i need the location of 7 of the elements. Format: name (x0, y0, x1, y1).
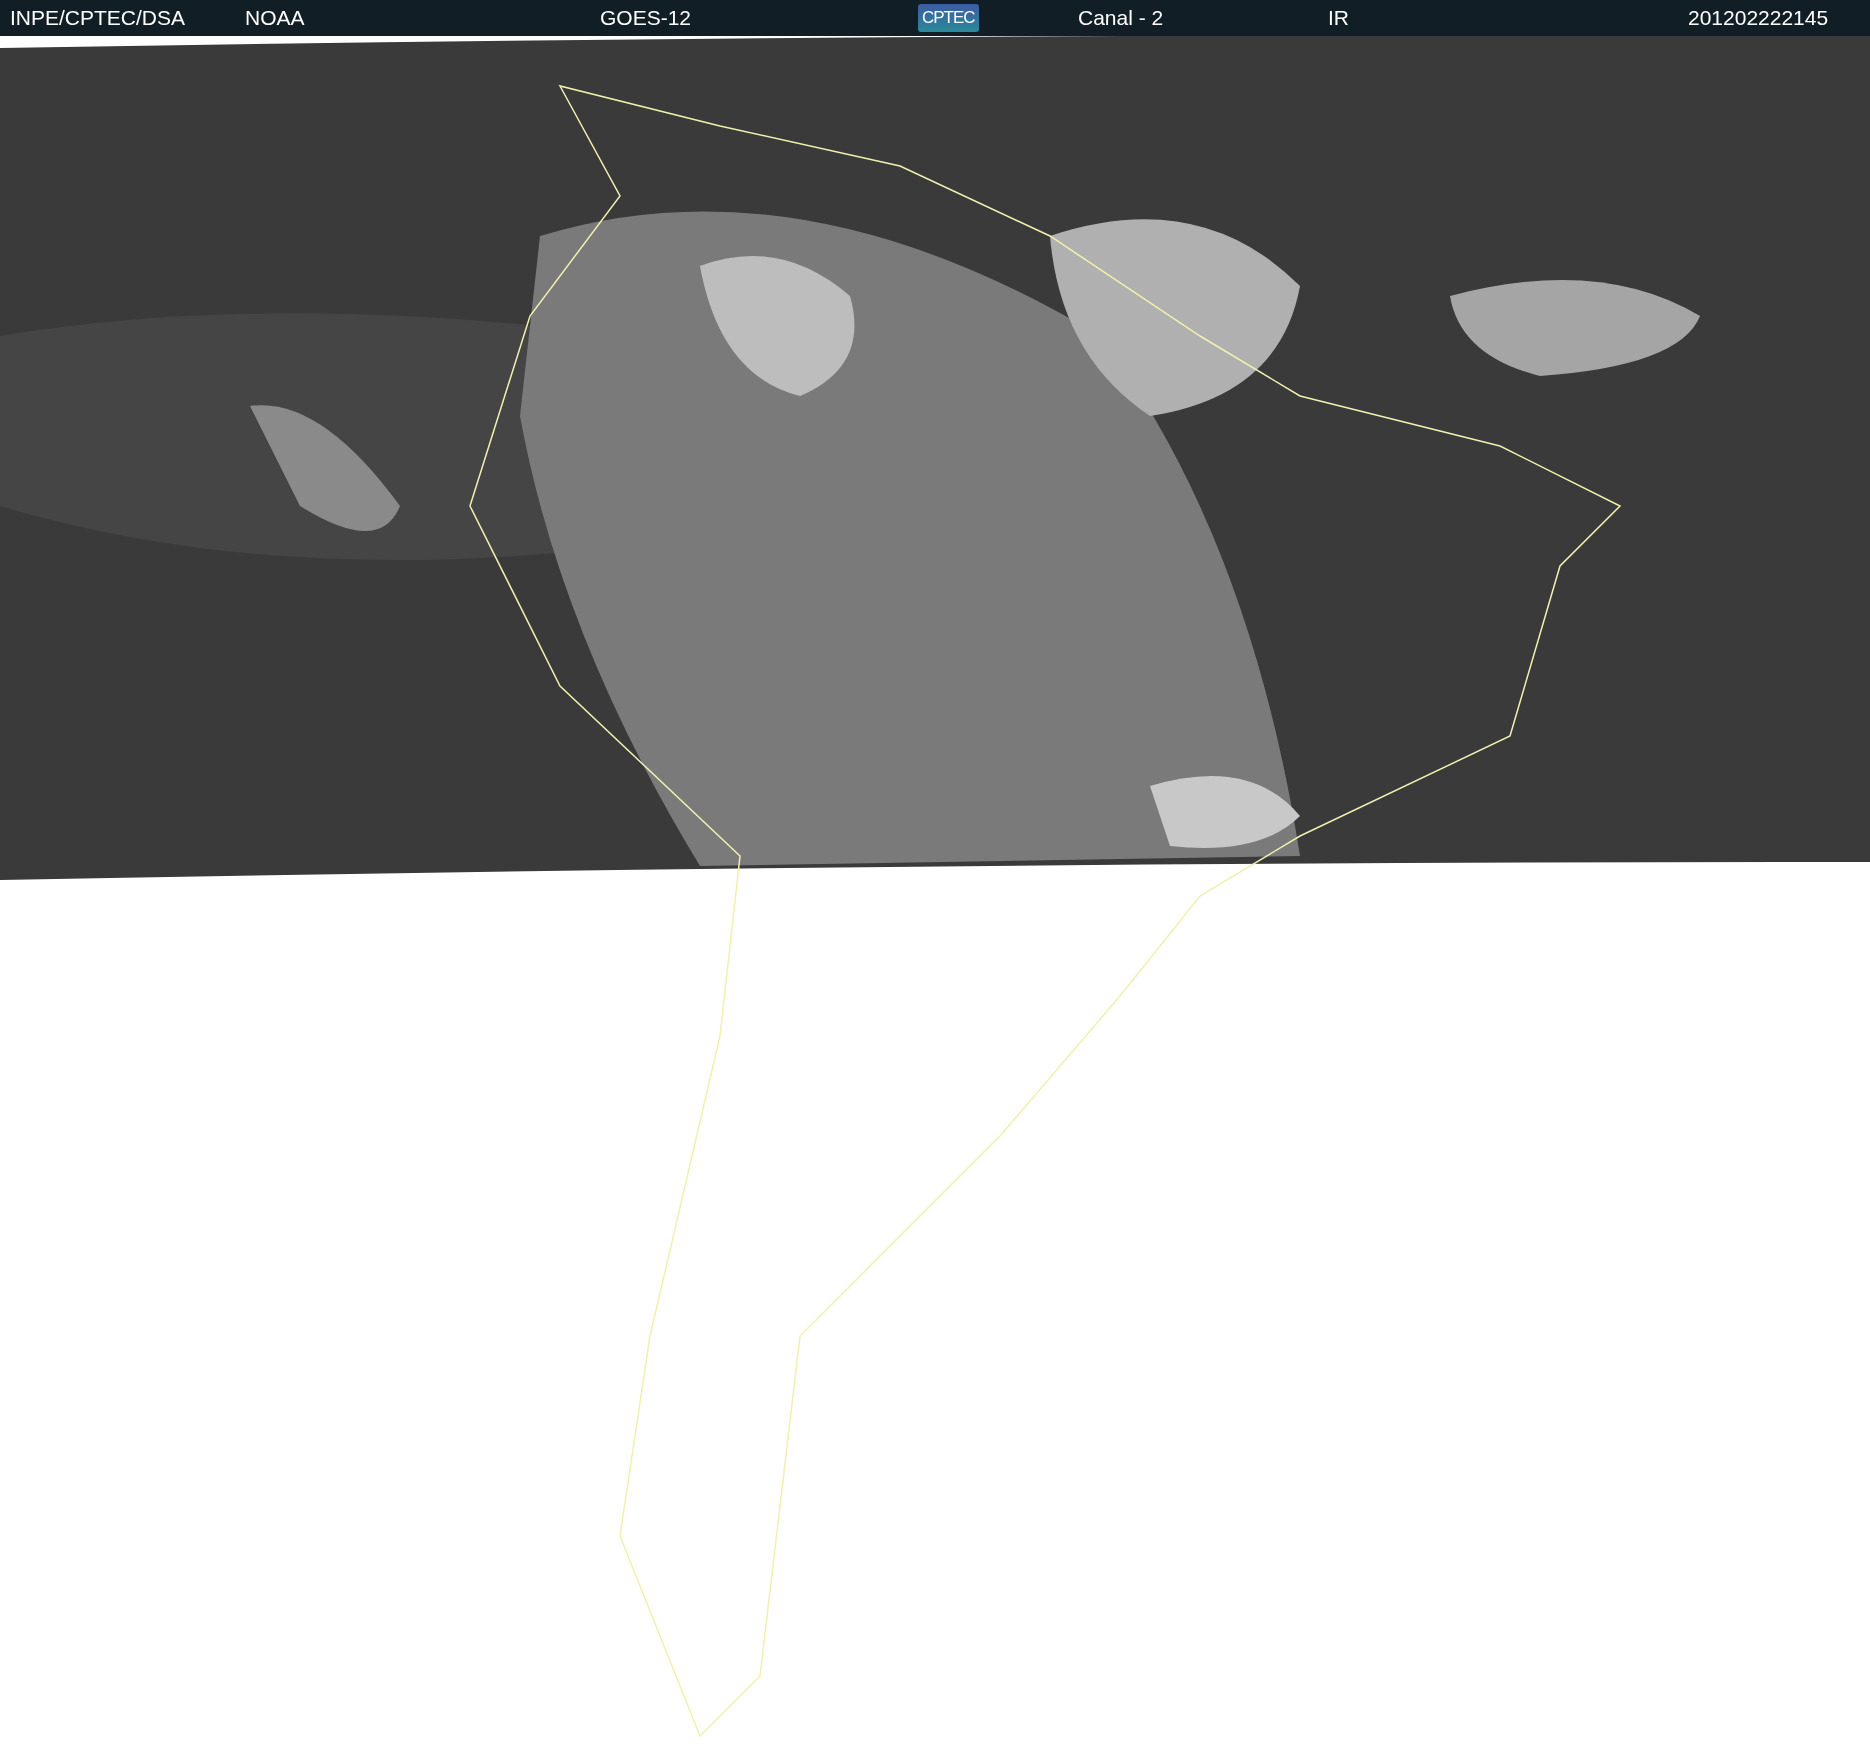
header-text: 201202222145 (1688, 6, 1829, 30)
header-text: GOES-12 (600, 6, 692, 30)
logo: CPTEC (918, 4, 979, 32)
header-text: NOAA (245, 6, 305, 30)
header-text: IR (1328, 6, 1349, 30)
header-text: Canal - 2 (1078, 6, 1164, 30)
header-text: INPE/CPTEC/DSA (10, 6, 186, 30)
